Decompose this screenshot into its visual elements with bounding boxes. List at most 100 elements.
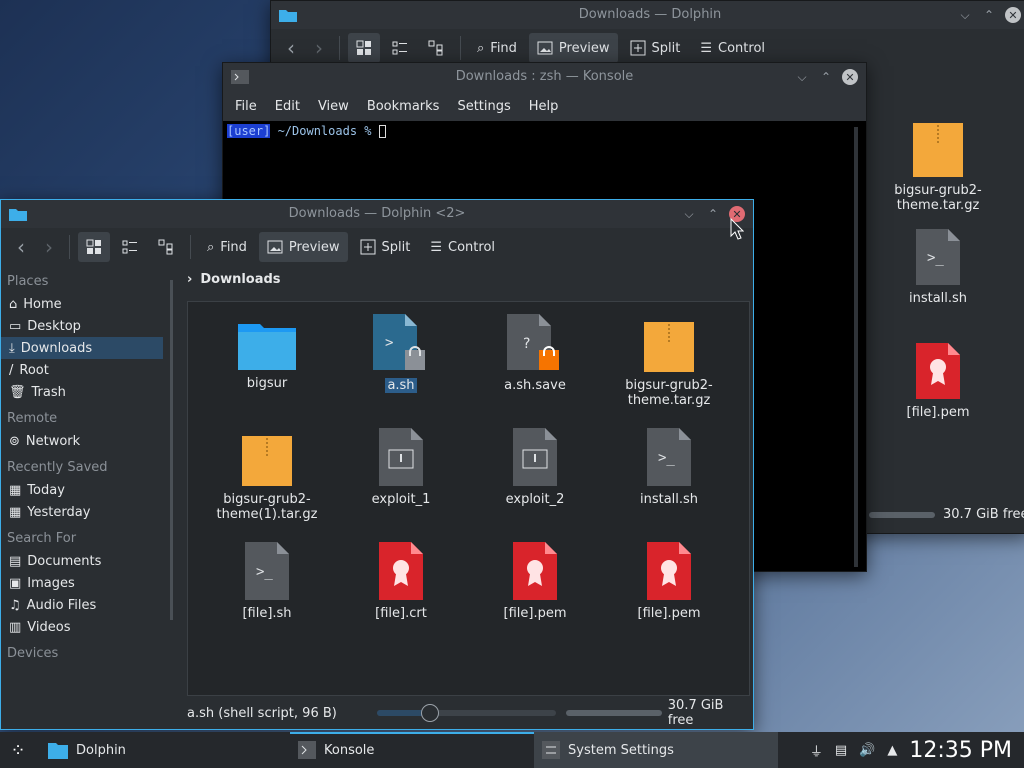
clock[interactable]: 12:35 PM [909, 738, 1012, 763]
zoom-slider-handle[interactable] [421, 704, 440, 722]
maximize-icon[interactable]: ⌃ [981, 7, 997, 23]
volume-icon[interactable]: 🔊 [859, 743, 875, 758]
file-item[interactable]: bigsur-grub2-theme(1).tar.gz [202, 436, 332, 522]
sidebar-item-home[interactable]: ⌂ Home [1, 293, 173, 315]
sidebar-item-videos[interactable]: ▥ Videos [1, 616, 173, 638]
script-icon: >_ [647, 428, 691, 486]
compact-view-button[interactable] [114, 232, 146, 262]
back-button[interactable]: ‹ [9, 232, 33, 262]
file-item[interactable]: bigsur-grub2-theme.tar.gz [604, 322, 734, 408]
minimize-icon[interactable]: ⌵ [681, 206, 697, 222]
menu-settings[interactable]: Settings [457, 99, 510, 114]
icons-view-button[interactable] [78, 232, 110, 262]
back-arrow-icon: ‹ [287, 36, 295, 60]
minimize-icon[interactable]: ⌵ [794, 69, 810, 85]
sidebar-item-audio[interactable]: ♫ Audio Files [1, 594, 173, 616]
tray-expand-icon[interactable]: ▲ [887, 743, 897, 758]
task-dolphin[interactable]: Dolphin [40, 732, 290, 768]
task-label: Dolphin [76, 742, 126, 758]
archive-icon [644, 322, 694, 372]
menu-edit[interactable]: Edit [275, 99, 300, 114]
breadcrumb[interactable]: › Downloads [187, 272, 281, 287]
file-item[interactable]: ? a.sh.save [470, 314, 600, 393]
close-icon[interactable]: ✕ [842, 69, 858, 85]
usb-icon[interactable]: ⏚ [810, 741, 823, 760]
split-label: Split [651, 40, 681, 56]
compact-view-button[interactable] [384, 33, 416, 63]
sidebar-scrollbar[interactable] [170, 280, 173, 620]
file-item[interactable]: bigsur-grub2-theme.tar.gz [873, 123, 1003, 213]
sidebar-item-root[interactable]: / Root [1, 359, 173, 381]
task-konsole[interactable]: Konsole [290, 732, 534, 768]
icons-view-button[interactable] [348, 33, 380, 63]
sidebar-item-label: Home [23, 296, 62, 312]
image-icon [537, 41, 553, 55]
sidebar-item-label: Today [27, 482, 65, 498]
clipboard-icon[interactable]: ▤ [835, 743, 847, 758]
certificate-icon [379, 542, 423, 600]
file-item[interactable]: exploit_1 [336, 428, 466, 507]
breadcrumb-item[interactable]: Downloads [200, 272, 280, 287]
preview-button[interactable]: Preview [258, 232, 348, 262]
certificate-icon [916, 343, 960, 399]
free-space-bar [566, 710, 662, 716]
dolphin-titlebar[interactable]: Downloads — Dolphin <2> ⌵ ⌃ ✕ [1, 200, 753, 228]
menu-bookmarks[interactable]: Bookmarks [367, 99, 440, 114]
control-button[interactable]: ☰ Control [692, 33, 773, 63]
preview-button[interactable]: Preview [528, 33, 618, 63]
sidebar-item-desktop[interactable]: ▭ Desktop [1, 315, 173, 337]
split-button[interactable]: Split [622, 33, 689, 63]
forward-button[interactable]: › [307, 33, 331, 63]
zoom-slider[interactable] [376, 704, 557, 722]
file-item[interactable]: > a.sh [336, 314, 466, 393]
menu-file[interactable]: File [235, 99, 257, 114]
sidebar-item-documents[interactable]: ▤ Documents [1, 550, 173, 572]
file-item[interactable]: >_ install.sh [604, 428, 734, 507]
sidebar-item-today[interactable]: ▦ Today [1, 479, 173, 501]
find-button[interactable]: ⌕ Find [199, 232, 255, 262]
back-status-bar: 30.7 GiB free [869, 507, 1024, 522]
konsole-titlebar[interactable]: Downloads : zsh — Konsole ⌵ ⌃ ✕ [223, 63, 866, 91]
file-name: [file].pem [503, 606, 567, 621]
menu-view[interactable]: View [318, 99, 349, 114]
file-item[interactable]: >_ [file].sh [202, 542, 332, 621]
maximize-icon[interactable]: ⌃ [705, 206, 721, 222]
svg-text:>_: >_ [927, 250, 944, 266]
menu-help[interactable]: Help [529, 99, 559, 114]
file-item[interactable]: [file].crt [336, 542, 466, 621]
maximize-icon[interactable]: ⌃ [818, 69, 834, 85]
forward-button[interactable]: › [37, 232, 61, 262]
sidebar-item-trash[interactable]: 🗑 Trash [1, 381, 173, 403]
back-dolphin-titlebar[interactable]: Downloads — Dolphin ⌵ ⌃ ✕ [271, 1, 1024, 29]
terminal-scrollbar[interactable] [854, 127, 858, 567]
file-view[interactable]: bigsur > a.sh ? a.sh.save bigsur-grub2-t… [187, 301, 750, 696]
file-name: bigsur-grub2-theme(1).tar.gz [216, 492, 318, 522]
sidebar-item-yesterday[interactable]: ▦ Yesterday [1, 501, 173, 523]
details-view-button[interactable] [150, 232, 182, 262]
close-icon[interactable]: ✕ [1005, 7, 1021, 23]
back-file-view[interactable]: bigsur-grub2-theme.tar.gz >_ install.sh … [867, 101, 1024, 501]
find-button[interactable]: ⌕ Find [469, 33, 525, 63]
details-view-button[interactable] [420, 33, 452, 63]
sidebar-item-downloads[interactable]: ⤓ Downloads [1, 337, 163, 359]
file-item[interactable]: bigsur [202, 318, 332, 391]
sidebar-item-network[interactable]: ⊚ Network [1, 430, 173, 452]
split-button[interactable]: Split [352, 232, 419, 262]
cursor [378, 125, 386, 138]
file-item[interactable]: exploit_2 [470, 428, 600, 507]
file-item[interactable]: [file].pem [470, 542, 600, 621]
free-space-label: 30.7 GiB free [943, 507, 1024, 522]
app-launcher-button[interactable]: ⁘ [0, 732, 36, 768]
sidebar-item-images[interactable]: ▣ Images [1, 572, 173, 594]
control-button[interactable]: ☰ Control [422, 232, 503, 262]
file-name: exploit_1 [371, 492, 431, 507]
back-button[interactable]: ‹ [279, 33, 303, 63]
task-system-settings[interactable]: System Settings [534, 732, 778, 768]
minimize-icon[interactable]: ⌵ [957, 7, 973, 23]
file-item[interactable]: [file].pem [873, 343, 1003, 420]
status-text: a.sh (shell script, 96 B) [187, 705, 337, 721]
dolphin-window[interactable]: Downloads — Dolphin <2> ⌵ ⌃ ✕ ‹ › ⌕ Find … [0, 199, 754, 730]
desktop-icon: ▭ [9, 318, 22, 334]
file-item[interactable]: >_ install.sh [873, 229, 1003, 306]
file-item[interactable]: [file].pem [604, 542, 734, 621]
